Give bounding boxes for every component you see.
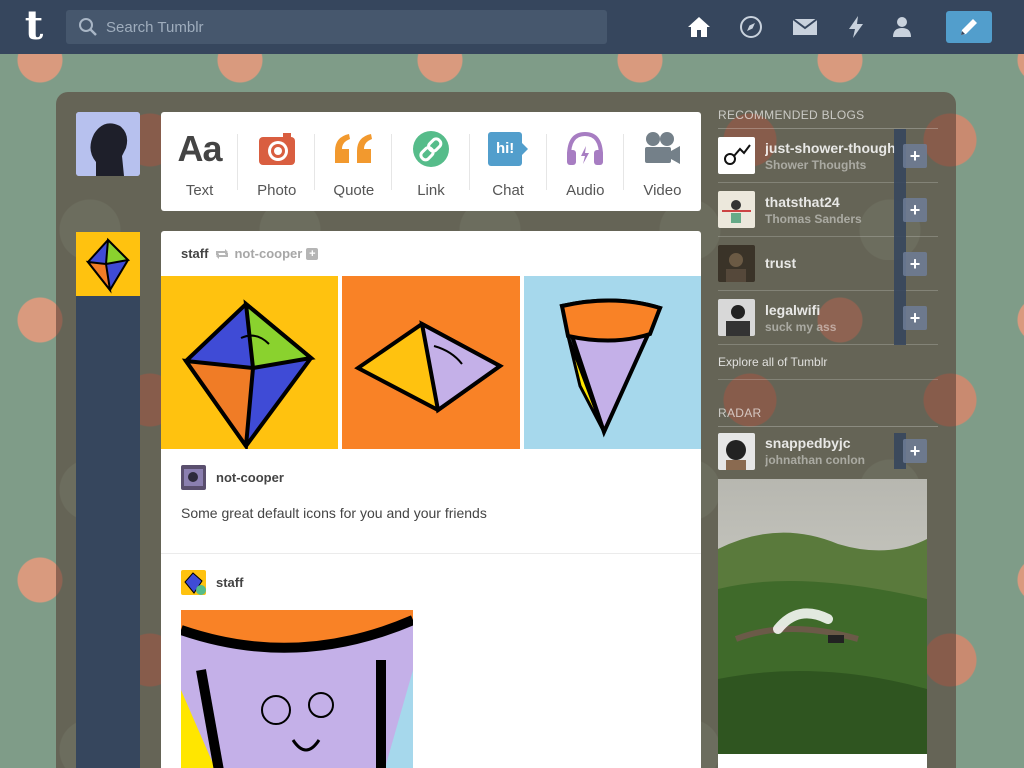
reblog-entry-header: not-cooper xyxy=(161,449,701,505)
post-type-video[interactable]: Video xyxy=(624,112,701,211)
blog-subtitle: Thomas Sanders xyxy=(765,211,862,226)
post-type-quote[interactable]: Quote xyxy=(315,112,393,211)
recommended-blog-item[interactable]: just-shower-thoughts Shower Thoughts + xyxy=(718,129,938,183)
reblog-entry-header: staff xyxy=(161,554,701,610)
text-icon: Aa xyxy=(177,128,223,169)
radar-photo[interactable] xyxy=(718,479,927,754)
compose-icon xyxy=(961,19,977,35)
follow-button[interactable]: + xyxy=(903,198,927,222)
home-icon[interactable] xyxy=(685,13,713,41)
post-type-label: Chat xyxy=(492,182,524,199)
post-type-label: Link xyxy=(417,182,445,199)
compose-button[interactable] xyxy=(946,11,992,43)
activity-icon[interactable] xyxy=(842,13,870,41)
radar-post-footer xyxy=(718,754,927,768)
search-input[interactable] xyxy=(106,18,586,36)
follow-plus-icon[interactable]: + xyxy=(306,247,319,260)
post-author-link[interactable]: staff xyxy=(181,246,208,261)
blog-name[interactable]: legalwifi xyxy=(765,302,895,318)
recommended-sidebar: RECOMMENDED BLOGS just-shower-thoughts S… xyxy=(718,108,938,768)
post-type-label: Quote xyxy=(333,182,375,199)
post-image-kite-face[interactable] xyxy=(181,610,413,768)
radar-heading: RADAR xyxy=(718,406,938,427)
post-type-audio[interactable]: Audio xyxy=(547,112,624,211)
blog-avatar xyxy=(718,432,755,470)
blog-avatar xyxy=(718,191,755,228)
photoset-image-blue-kite[interactable] xyxy=(524,276,701,449)
dashboard-post: staff not-cooper + not-cooper Some great… xyxy=(161,231,701,768)
blog-name[interactable]: just-shower-thoughts xyxy=(765,140,895,156)
chat-icon: hi! xyxy=(488,129,529,169)
entry-body: Some great default icons for you and you… xyxy=(181,505,487,521)
photoset-image-yellow-kite[interactable] xyxy=(161,276,338,449)
staff-small-avatar[interactable] xyxy=(181,569,206,595)
post-type-label: Video xyxy=(643,182,682,199)
entry-author-link[interactable]: not-cooper xyxy=(216,470,284,485)
search-icon xyxy=(79,18,97,36)
blog-subtitle: suck my ass xyxy=(765,319,837,334)
link-icon xyxy=(412,129,450,169)
follow-button[interactable]: + xyxy=(903,144,927,168)
video-camera-icon xyxy=(643,129,681,169)
camera-icon xyxy=(258,129,296,169)
not-cooper-avatar[interactable] xyxy=(181,464,206,490)
post-type-text[interactable]: Aa Text xyxy=(161,112,239,211)
blog-avatar xyxy=(718,245,755,282)
blog-name[interactable]: snappedbyjc xyxy=(765,435,895,451)
entry-author-link[interactable]: staff xyxy=(216,575,243,590)
explore-icon[interactable] xyxy=(737,13,765,41)
quote-icon xyxy=(333,129,375,169)
recommended-blog-item[interactable]: thatsthat24 Thomas Sanders + xyxy=(718,183,938,237)
explore-link[interactable]: Explore all of Tumblr xyxy=(718,345,938,380)
post-type-chat[interactable]: hi! Chat xyxy=(470,112,547,211)
post-type-label: Audio xyxy=(566,182,605,199)
recommended-blog-item[interactable]: trust + xyxy=(718,237,938,291)
blog-subtitle: johnathan conlon xyxy=(765,453,865,467)
follow-button[interactable]: + xyxy=(903,306,927,330)
photoset-image-orange-kite[interactable] xyxy=(342,276,520,449)
post-type-label: Text xyxy=(185,182,214,199)
post-type-photo[interactable]: Photo xyxy=(238,112,316,211)
blog-name[interactable]: thatsthat24 xyxy=(765,194,895,210)
blog-avatar xyxy=(718,137,755,174)
blog-avatar xyxy=(718,299,755,336)
inbox-icon[interactable] xyxy=(791,13,819,41)
top-navigation-bar: t xyxy=(0,0,1024,54)
blog-subtitle: Shower Thoughts xyxy=(765,157,867,172)
reblog-icon xyxy=(216,248,229,259)
account-icon[interactable] xyxy=(888,13,916,41)
post-header: staff not-cooper + xyxy=(161,231,701,276)
recommended-blogs-heading: RECOMMENDED BLOGS xyxy=(718,108,938,129)
blog-name[interactable]: trust xyxy=(765,255,895,271)
headphones-icon xyxy=(565,129,605,169)
search-bar[interactable] xyxy=(66,10,607,44)
photoset[interactable] xyxy=(161,276,701,449)
post-type-label: Photo xyxy=(257,182,297,199)
user-avatar[interactable] xyxy=(76,112,140,176)
follow-button[interactable]: + xyxy=(903,439,927,463)
staff-avatar[interactable] xyxy=(76,232,140,296)
tumblr-logo[interactable]: t xyxy=(14,6,54,46)
post-type-bar: Aa Text Photo Quote Link hi! Chat Audio … xyxy=(161,112,701,211)
follow-button[interactable]: + xyxy=(903,252,927,276)
post-type-link[interactable]: Link xyxy=(392,112,470,211)
recommended-blog-item[interactable]: legalwifi suck my ass + xyxy=(718,291,938,345)
reblogged-from-link[interactable]: not-cooper xyxy=(234,246,302,261)
radar-blog-item[interactable]: snappedbyjc johnathan conlon + xyxy=(718,427,938,475)
post-avatar-rail xyxy=(76,232,140,768)
